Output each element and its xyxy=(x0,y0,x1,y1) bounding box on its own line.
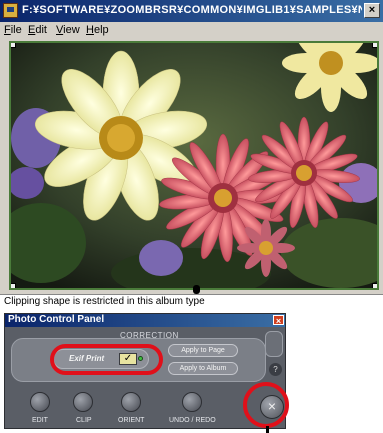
crop-handle-top-right[interactable] xyxy=(372,43,377,48)
crop-handle-bottom-right[interactable] xyxy=(372,283,377,288)
clip-label: CLIP xyxy=(76,417,92,424)
apply-to-page-button[interactable]: Apply to Page xyxy=(168,344,238,357)
cursor-marker xyxy=(266,426,269,433)
panel-title: Photo Control Panel xyxy=(8,314,105,325)
status-text: Clipping shape is restricted in this alb… xyxy=(4,296,205,307)
menu-view[interactable]: View xyxy=(56,24,80,36)
flower-photo xyxy=(11,43,377,288)
photo-canvas[interactable] xyxy=(9,41,379,290)
window-title: F:¥SOFTWARE¥ZOOMBRSR¥COMMON¥IMGLIB1¥SAMP… xyxy=(22,4,362,16)
undo-redo-icon xyxy=(182,392,202,412)
crop-handle-bottom-left[interactable] xyxy=(11,283,16,288)
menu-file[interactable]: File xyxy=(4,24,22,36)
title-bar[interactable]: F:¥SOFTWARE¥ZOOMBRSR¥COMMON¥IMGLIB1¥SAMP… xyxy=(0,0,383,22)
status-bar: Clipping shape is restricted in this alb… xyxy=(0,294,383,309)
app-icon[interactable] xyxy=(3,3,18,18)
undo-redo-label: UNDO / REDO xyxy=(169,417,216,424)
edit-button[interactable] xyxy=(25,392,55,414)
side-slot-top xyxy=(265,331,283,357)
clip-icon xyxy=(73,392,93,412)
menu-help[interactable]: Help xyxy=(86,24,109,36)
crop-handle-top-left[interactable] xyxy=(11,43,16,48)
edit-label: EDIT xyxy=(32,417,48,424)
help-button[interactable]: ? xyxy=(269,363,282,376)
menu-edit[interactable]: Edit xyxy=(28,24,47,36)
apply-to-album-button[interactable]: Apply to Album xyxy=(168,362,238,375)
image-viewer-window: F:¥SOFTWARE¥ZOOMBRSR¥COMMON¥IMGLIB1¥SAMP… xyxy=(0,0,383,309)
orient-button[interactable] xyxy=(116,392,146,414)
edit-icon xyxy=(30,392,50,412)
panel-close-button[interactable]: × xyxy=(273,315,284,326)
menu-bar: File Edit View Help xyxy=(0,22,383,39)
annotation-exif-highlight xyxy=(50,344,163,375)
crop-handle-bottom[interactable] xyxy=(193,285,200,294)
orient-icon xyxy=(121,392,141,412)
undo-redo-button[interactable] xyxy=(177,392,207,414)
panel-title-bar[interactable]: Photo Control Panel × xyxy=(5,314,285,327)
window-close-button[interactable]: × xyxy=(364,3,380,18)
clip-button[interactable] xyxy=(68,392,98,414)
annotation-exit-highlight xyxy=(243,382,289,428)
orient-label: ORIENT xyxy=(118,417,145,424)
